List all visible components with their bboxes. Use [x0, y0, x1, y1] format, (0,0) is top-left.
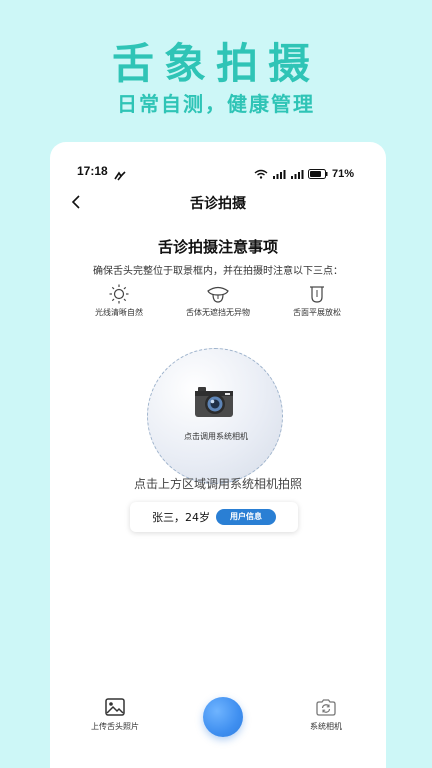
camera-icon [195, 387, 233, 417]
user-info-button[interactable]: 用户信息 [216, 509, 276, 525]
image-icon [105, 698, 125, 716]
tip-label: 舌面平展放松 [293, 308, 341, 317]
system-camera-label: 系统相机 [310, 722, 342, 731]
status-indicators: 71% [254, 164, 354, 183]
status-time: 17:18 [77, 164, 108, 178]
tip-label: 光线清晰自然 [95, 308, 143, 317]
switch-camera-icon [316, 699, 336, 716]
tip-lighting: 光线清晰自然 [64, 284, 174, 318]
camera-capture-area[interactable]: 点击调用系统相机 [147, 348, 283, 484]
page-title: 舌诊拍摄 [190, 196, 246, 212]
phone-screen: 17:18 71% 舌诊拍摄 舌诊拍摄注意事项 确保舌头完整位于取景框内，并在拍… [50, 142, 386, 768]
nav-bar: 舌诊拍摄 [50, 186, 386, 218]
notice-description: 确保舌头完整位于取景框内，并在拍摄时注意以下三点： [93, 266, 343, 277]
tip-no-obstruction: 舌体无遮挡无异物 [163, 284, 273, 318]
tip-flat-tongue: 舌面平展放松 [262, 284, 372, 318]
tips-row: 光线清晰自然 舌体无遮挡无异物 舌面平展放松 [50, 284, 386, 324]
sun-icon [109, 284, 129, 304]
bottom-bar: 上传舌头照片 系统相机 [50, 690, 386, 768]
wifi-icon [254, 164, 268, 183]
hero-subtitle: 日常自测，健康管理 [117, 92, 315, 116]
tongue-out-icon [207, 286, 229, 303]
battery-icon [307, 164, 328, 183]
tip-label: 舌体无遮挡无异物 [186, 308, 250, 317]
battery-percent: 71% [331, 167, 354, 180]
signal-5g-icon [290, 164, 304, 183]
user-card: 张三，24岁 用户信息 [130, 502, 298, 532]
hero-title: 舌象拍摄 [111, 39, 320, 88]
signal-4g-icon [272, 164, 286, 183]
tongue-flat-icon [310, 286, 324, 303]
upload-photo-button[interactable]: 上传舌头照片 [78, 698, 152, 732]
camera-hint: 点击上方区域调用系统相机拍照 [133, 477, 302, 491]
notification-icon [114, 166, 126, 185]
camera-circle-label: 点击调用系统相机 [184, 432, 248, 441]
notice-title: 舌诊拍摄注意事项 [157, 238, 278, 256]
shutter-button[interactable] [203, 697, 243, 737]
upload-photo-label: 上传舌头照片 [91, 722, 139, 731]
user-name-age: 张三，24岁 [152, 511, 210, 524]
system-camera-button[interactable]: 系统相机 [294, 698, 358, 732]
